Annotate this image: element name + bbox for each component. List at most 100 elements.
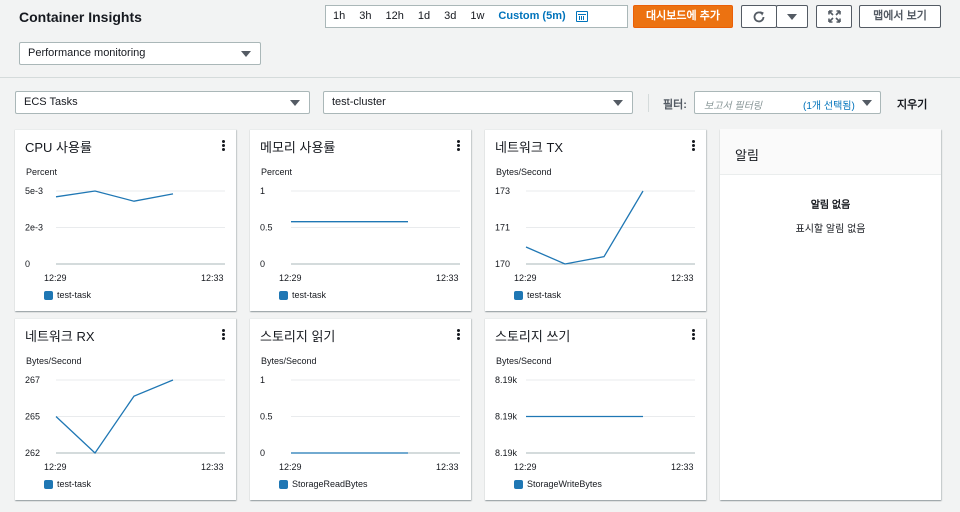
resource-type-value: ECS Tasks <box>24 96 78 108</box>
cluster-select[interactable]: test-cluster <box>323 91 633 114</box>
x-tick-label: 12:29 <box>279 273 302 283</box>
metric-card: 메모리 사용률 Percent 1 0.5 0 12:29 12:33 test-tas… <box>250 129 471 311</box>
series-line <box>55 190 174 202</box>
metric-card: 스토리지 읽기 Bytes/Second 1 0.5 0 12:29 12:33 Sto… <box>250 318 471 500</box>
legend-label: test-task <box>57 290 92 300</box>
caret-down-icon <box>241 51 251 57</box>
line-chart: 1 0.5 0 12:29 12:33 <box>260 186 460 283</box>
line-chart: 173 171 170 12:29 12:33 <box>495 186 695 283</box>
time-range-custom[interactable]: Custom (5m) <box>491 6 572 27</box>
y-tick-label: 1 <box>260 186 265 196</box>
chart-legend[interactable]: test-task <box>514 290 561 300</box>
x-tick-label: 12:29 <box>44 273 67 283</box>
y-tick-label: 2e-3 <box>25 223 43 233</box>
calendar-icon[interactable] <box>575 11 588 22</box>
legend-swatch <box>44 479 53 489</box>
x-tick-label: 12:33 <box>671 273 694 283</box>
chart-legend[interactable]: test-task <box>279 290 326 300</box>
filter-bar: ECS Tasks test-cluster 필터: 보고서 필터링 (1개 선… <box>0 79 960 127</box>
expand-icon <box>827 10 841 23</box>
line-chart: 267 265 262 12:29 12:33 <box>25 375 225 472</box>
chart-legend[interactable]: StorageReadBytes <box>279 479 368 489</box>
alerts-header: 알림 <box>720 129 941 175</box>
legend-swatch <box>514 479 523 489</box>
metric-card: 스토리지 쓰기 Bytes/Second 8.19k 8.19k 8.19k 12:2… <box>485 318 706 500</box>
y-tick-label: 8.19k <box>495 412 518 422</box>
y-tick-label: 267 <box>25 375 40 385</box>
y-tick-label: 262 <box>25 448 40 458</box>
refresh-button[interactable] <box>741 5 777 28</box>
legend-swatch <box>279 479 288 489</box>
time-range-12h[interactable]: 12h <box>379 6 411 27</box>
chart-legend[interactable]: test-task <box>44 290 91 300</box>
refresh-options-dropdown[interactable] <box>776 5 808 28</box>
refresh-icon <box>753 10 765 22</box>
metric-card: 네트워크 RX Bytes/Second 267 265 262 12:29 12:33… <box>15 318 236 500</box>
legend-label: StorageReadBytes <box>292 479 368 489</box>
y-tick-label: 173 <box>495 186 510 196</box>
page-header: Container Insights 1h 3h 12h 1d 3d 1w Cu… <box>0 0 960 78</box>
x-tick-label: 12:29 <box>514 273 537 283</box>
y-tick-label: 0 <box>260 448 265 458</box>
divider <box>648 94 649 112</box>
y-tick-label: 1 <box>260 375 265 385</box>
metric-card: CPU 사용률 Percent 5e-3 2e-3 0 12:29 12:33 test… <box>15 129 236 311</box>
time-range-selector: 1h 3h 12h 1d 3d 1w Custom (5m) <box>325 5 628 28</box>
time-range-3d[interactable]: 3d <box>437 6 463 27</box>
filter-selected-count: (1개 선택됨) <box>803 101 855 112</box>
alerts-empty-description: 표시할 알림 없음 <box>795 224 866 235</box>
fullscreen-button[interactable] <box>816 5 852 28</box>
y-tick-label: 265 <box>25 412 40 422</box>
y-tick-label: 5e-3 <box>25 186 43 196</box>
legend-label: test-task <box>527 290 562 300</box>
view-in-map-button[interactable]: 맵에서 보기 <box>859 5 941 28</box>
add-to-dashboard-button[interactable]: 대시보드에 추가 <box>633 5 733 28</box>
legend-swatch <box>514 290 523 300</box>
x-tick-label: 12:33 <box>436 462 459 472</box>
x-tick-label: 12:29 <box>44 462 67 472</box>
legend-swatch <box>44 290 53 300</box>
legend-swatch <box>279 290 288 300</box>
legend-label: StorageWriteBytes <box>527 479 602 489</box>
alerts-empty-title: 알림 없음 <box>810 200 851 211</box>
caret-down-icon <box>290 100 300 106</box>
caret-down-icon <box>862 100 872 106</box>
clear-filters-link[interactable]: 지우기 <box>897 96 927 112</box>
y-tick-label: 0 <box>25 259 30 269</box>
chart-legend[interactable]: test-task <box>44 479 91 489</box>
legend-label: test-task <box>57 479 92 489</box>
time-range-1h[interactable]: 1h <box>326 6 352 27</box>
metric-card: 네트워크 TX Bytes/Second 173 171 170 12:29 12:33… <box>485 129 706 311</box>
x-tick-label: 12:29 <box>279 462 302 472</box>
page-title: Container Insights <box>19 9 142 25</box>
y-tick-label: 8.19k <box>495 448 518 458</box>
alerts-title: 알림 <box>735 148 759 163</box>
resource-type-select[interactable]: ECS Tasks <box>15 91 310 114</box>
caret-down-icon <box>787 13 797 20</box>
x-tick-label: 12:29 <box>514 462 537 472</box>
time-range-3h[interactable]: 3h <box>352 6 378 27</box>
line-chart: 1 0.5 0 12:29 12:33 <box>260 375 460 472</box>
time-range-1w[interactable]: 1w <box>463 6 491 27</box>
y-tick-label: 170 <box>495 259 510 269</box>
x-tick-label: 12:33 <box>201 462 224 472</box>
y-tick-label: 0 <box>260 259 265 269</box>
time-range-1d[interactable]: 1d <box>411 6 437 27</box>
report-filter-select[interactable]: 보고서 필터링 (1개 선택됨) <box>694 91 881 114</box>
y-tick-label: 0.5 <box>260 412 273 422</box>
line-chart: 8.19k 8.19k 8.19k 12:29 12:33 <box>495 375 695 472</box>
alerts-panel: 알림 알림 없음 표시할 알림 없음 <box>720 129 941 500</box>
x-tick-label: 12:33 <box>436 273 459 283</box>
x-tick-label: 12:33 <box>201 273 224 283</box>
y-tick-label: 0.5 <box>260 223 273 233</box>
line-chart: 5e-3 2e-3 0 12:29 12:33 <box>25 186 225 283</box>
y-tick-label: 8.19k <box>495 375 518 385</box>
view-select[interactable]: Performance monitoring <box>19 42 261 65</box>
legend-label: test-task <box>292 290 327 300</box>
filter-placeholder: 보고서 필터링 <box>704 101 762 112</box>
filter-label: 필터: <box>663 99 687 111</box>
chart-legend[interactable]: StorageWriteBytes <box>514 479 602 489</box>
view-select-value: Performance monitoring <box>28 47 146 59</box>
caret-down-icon <box>613 100 623 106</box>
x-tick-label: 12:33 <box>671 462 694 472</box>
